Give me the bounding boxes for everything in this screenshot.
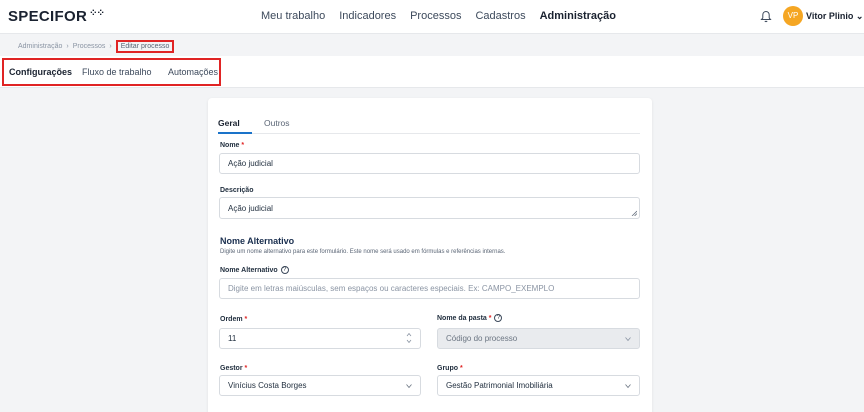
breadcrumb: Administração › Processos › Editar proce… — [18, 40, 175, 53]
tab-automacoes[interactable]: Automações — [168, 67, 218, 77]
nav-processos[interactable]: Processos — [410, 10, 461, 22]
tab-geral[interactable]: Geral — [218, 118, 240, 128]
tab-configuracoes[interactable]: Configurações — [9, 67, 72, 77]
chevron-up-icon[interactable] — [406, 332, 412, 337]
alt-label: Nome Alternativo? — [220, 266, 289, 274]
gestor-select[interactable]: Vinícius Costa Borges — [219, 375, 421, 396]
nome-value: Ação judicial — [228, 159, 273, 168]
descricao-textarea[interactable]: Ação judicial — [219, 197, 640, 219]
grupo-label: Grupo * — [437, 365, 463, 372]
ordem-stepper[interactable]: 11 — [219, 328, 421, 349]
breadcrumb-administracao[interactable]: Administração — [18, 43, 62, 50]
tab-fluxo-de-trabalho[interactable]: Fluxo de trabalho — [82, 67, 152, 77]
user-name: Vitor Plinio — [806, 11, 854, 21]
sub-tabs: Configurações Fluxo de trabalho Automaçõ… — [2, 58, 221, 86]
nav-administracao[interactable]: Administração — [540, 10, 616, 22]
gestor-value: Vinícius Costa Borges — [228, 381, 307, 390]
descricao-label: Descrição — [220, 187, 254, 194]
nome-field[interactable]: Ação judicial — [219, 153, 640, 174]
alt-name-input[interactable]: Digite em letras maiúsculas, sem espaços… — [219, 278, 640, 299]
tabs-divider — [218, 133, 640, 134]
help-icon[interactable]: ? — [494, 314, 503, 322]
chevron-down-icon — [625, 384, 631, 389]
pasta-label: Nome da pasta *? — [437, 314, 503, 322]
top-navigation-bar: SPECIFOR ⁘⁘ Meu trabalho Indicadores Proc… — [0, 0, 864, 34]
descricao-value: Ação judicial — [228, 203, 273, 213]
nav-indicadores[interactable]: Indicadores — [339, 10, 396, 22]
user-menu[interactable]: Vitor Plinio ⌄ — [806, 11, 863, 22]
breadcrumb-processos[interactable]: Processos — [73, 43, 106, 50]
grupo-value: Gestão Patrimonial Imobiliária — [446, 381, 553, 390]
grupo-select[interactable]: Gestão Patrimonial Imobiliária — [437, 375, 640, 396]
chevron-down-icon — [406, 384, 412, 389]
chevron-right-icon: › — [109, 43, 112, 50]
active-tab-indicator — [218, 132, 252, 134]
alt-name-placeholder: Digite em letras maiúsculas, sem espaços… — [228, 284, 555, 293]
ordem-value: 11 — [228, 334, 237, 343]
nome-label: Nome * — [220, 142, 245, 149]
nav-meu-trabalho[interactable]: Meu trabalho — [261, 10, 325, 22]
process-form-card: Geral Outros Nome * Ação judicial Descri… — [208, 98, 652, 412]
ordem-label: Ordem * — [220, 316, 248, 323]
resize-handle-icon[interactable] — [631, 210, 637, 216]
alt-section-description: Digite um nome alternativo para este for… — [220, 249, 506, 255]
main-nav: Meu trabalho Indicadores Processos Cadas… — [261, 10, 630, 22]
pasta-value: Código do processo — [446, 334, 518, 343]
avatar[interactable]: VP — [783, 6, 803, 26]
pasta-select: Código do processo — [437, 328, 640, 349]
alt-section-title: Nome Alternativo — [220, 236, 295, 246]
nav-cadastros[interactable]: Cadastros — [475, 10, 525, 22]
chevron-down-icon: ⌄ — [855, 11, 864, 21]
bell-icon[interactable] — [760, 10, 772, 23]
logo-dots-icon: ⁘⁘ — [89, 8, 105, 19]
stepper-controls — [406, 332, 412, 344]
help-icon[interactable]: ? — [280, 266, 289, 274]
gestor-label: Gestor * — [220, 365, 248, 372]
chevron-down-icon[interactable] — [406, 339, 412, 344]
chevron-down-icon — [625, 337, 631, 342]
app-logo[interactable]: SPECIFOR ⁘⁘ — [8, 8, 105, 25]
chevron-right-icon: › — [66, 43, 69, 50]
breadcrumb-current: Editar processo — [115, 40, 175, 53]
tab-outros[interactable]: Outros — [264, 118, 290, 128]
